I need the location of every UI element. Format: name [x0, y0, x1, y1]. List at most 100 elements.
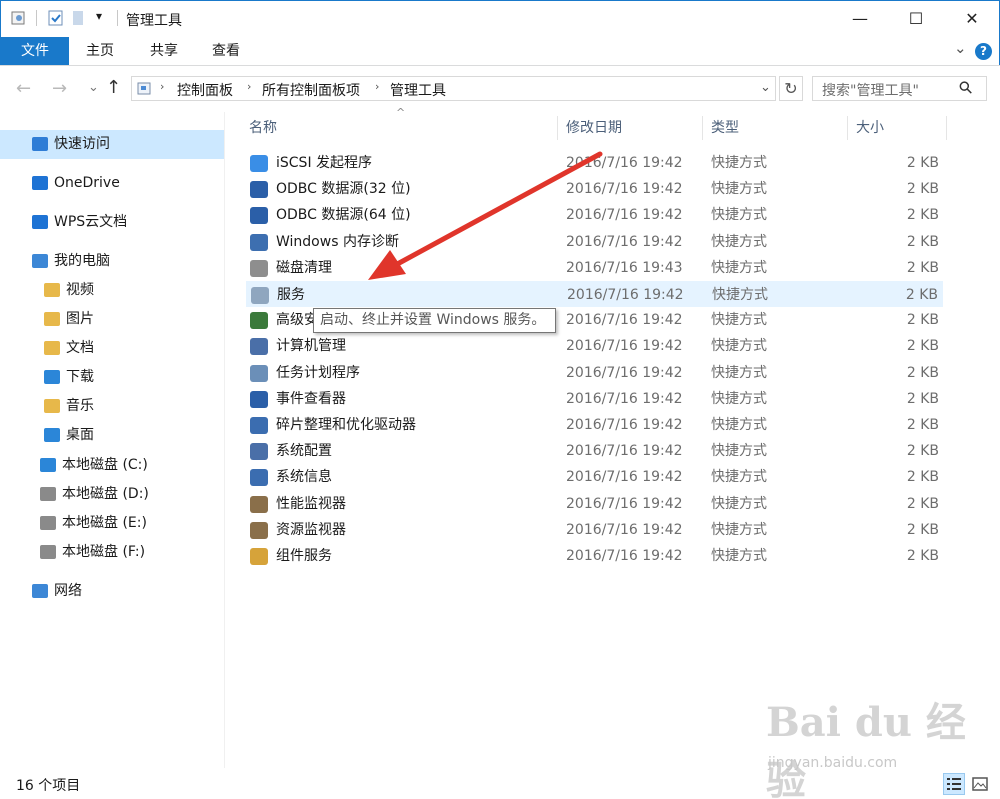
file-type: 快捷方式 [711, 338, 767, 355]
shortcut-icon [250, 312, 268, 330]
sidebar-item[interactable]: OneDrive [32, 170, 120, 196]
music-folder-icon [44, 399, 60, 413]
sidebar-item-label: 桌面 [66, 427, 94, 443]
sidebar-item-label: 图片 [66, 311, 94, 327]
minimize-button[interactable]: — [832, 0, 888, 36]
window-title: 管理工具 [126, 13, 182, 29]
sidebar-item[interactable]: 音乐 [44, 393, 94, 419]
tab-file[interactable]: 文件 [1, 37, 69, 65]
file-type: 快捷方式 [712, 287, 768, 303]
file-date: 2016/7/16 19:42 [566, 443, 683, 460]
tab-view[interactable]: 查看 [198, 37, 254, 65]
file-size: 2 KB [906, 417, 939, 433]
drive-icon [40, 545, 56, 559]
expand-ribbon-icon[interactable]: ⌄ [954, 39, 967, 57]
help-icon[interactable]: ? [975, 43, 992, 60]
forward-button[interactable]: → [52, 78, 67, 99]
file-name: 计算机管理 [276, 338, 346, 355]
column-header-name[interactable]: 名称 [240, 116, 558, 140]
column-header-size[interactable]: 大小 [847, 116, 947, 140]
file-name: 系统信息 [276, 469, 332, 486]
file-type: 快捷方式 [711, 155, 767, 171]
file-size: 2 KB [906, 155, 939, 171]
recent-locations-button[interactable]: ⌄ [88, 80, 99, 95]
cloud-icon [32, 176, 48, 190]
sidebar-item[interactable]: WPS云文档 [32, 209, 127, 235]
network-icon [32, 584, 48, 598]
tooltip: 启动、终止并设置 Windows 服务。 [313, 308, 556, 333]
file-size: 2 KB [906, 469, 939, 486]
item-count: 16 个项目 [16, 778, 81, 794]
refresh-button[interactable]: ↻ [779, 76, 803, 101]
column-header-type[interactable]: 类型 [702, 116, 848, 140]
shortcut-icon [251, 287, 269, 304]
file-date: 2016/7/16 19:42 [566, 548, 683, 564]
toolbar-separator [117, 10, 118, 26]
file-row[interactable]: 组件服务 2016/7/16 19:42 快捷方式 2 KB [246, 543, 943, 569]
breadcrumb-control-panel[interactable]: 控制面板 [177, 80, 233, 100]
shortcut-icon [250, 521, 268, 539]
file-type: 快捷方式 [711, 443, 767, 460]
shortcut-icon [250, 233, 268, 251]
sidebar-item-label: 音乐 [66, 398, 94, 414]
file-name: 系统配置 [276, 443, 332, 460]
file-type: 快捷方式 [711, 233, 767, 250]
windows-drive-icon [40, 458, 56, 472]
computer-icon [32, 254, 48, 268]
file-type: 快捷方式 [711, 417, 767, 433]
sidebar-item[interactable]: 我的电脑 [32, 248, 110, 274]
shortcut-icon [250, 548, 268, 565]
maximize-button[interactable]: ☐ [888, 0, 944, 36]
sidebar-item[interactable]: 桌面 [44, 422, 94, 448]
back-button[interactable]: ← [16, 78, 31, 99]
file-row[interactable]: 计算机管理 2016/7/16 19:42 快捷方式 2 KB [246, 333, 943, 359]
picture-folder-icon [44, 312, 60, 326]
breadcrumb-admin-tools[interactable]: 管理工具 [390, 80, 446, 100]
quick-access-dropdown-icon[interactable]: ▾ [96, 9, 102, 23]
file-type: 快捷方式 [711, 312, 767, 329]
file-size: 2 KB [906, 312, 939, 329]
file-row[interactable]: 任务计划程序 2016/7/16 19:42 快捷方式 2 KB [246, 360, 943, 386]
file-size: 2 KB [906, 207, 939, 224]
sidebar-item-label: 本地磁盘 (F:) [62, 544, 146, 560]
video-folder-icon [44, 283, 60, 297]
breadcrumb-all-items[interactable]: 所有控制面板项 [262, 80, 360, 100]
breadcrumb-separator: › [160, 80, 165, 93]
sidebar-item[interactable]: 本地磁盘 (C:) [40, 452, 148, 478]
tab-share[interactable]: 共享 [136, 37, 192, 65]
file-row[interactable]: 性能监视器 2016/7/16 19:42 快捷方式 2 KB [246, 491, 943, 517]
file-name: 磁盘清理 [276, 259, 332, 276]
sidebar-item[interactable]: 本地磁盘 (E:) [40, 510, 147, 536]
sidebar-item[interactable]: 视频 [44, 277, 94, 303]
sidebar-item[interactable]: 文档 [44, 335, 94, 361]
new-folder-icon[interactable] [70, 9, 88, 27]
shortcut-icon [250, 390, 268, 408]
column-header-date[interactable]: 修改日期 [557, 116, 703, 140]
sidebar-item[interactable]: 图片 [44, 306, 94, 332]
file-name: 资源监视器 [276, 521, 346, 538]
file-row[interactable]: 系统配置 2016/7/16 19:42 快捷方式 2 KB [246, 438, 943, 464]
file-row[interactable]: 资源监视器 2016/7/16 19:42 快捷方式 2 KB [246, 517, 943, 543]
file-row[interactable]: 系统信息 2016/7/16 19:42 快捷方式 2 KB [246, 464, 943, 490]
sidebar-item-label: 本地磁盘 (E:) [62, 515, 147, 531]
checkbox-icon[interactable] [47, 9, 65, 27]
file-row[interactable]: 事件查看器 2016/7/16 19:42 快捷方式 2 KB [246, 386, 943, 412]
sidebar-item[interactable]: 下载 [44, 364, 94, 390]
shortcut-icon [250, 469, 268, 487]
sidebar-item-label: 我的电脑 [54, 253, 110, 269]
cloud-outline-icon [32, 215, 48, 229]
properties-icon[interactable] [10, 9, 28, 27]
address-dropdown-button[interactable]: ⌄ [760, 80, 771, 95]
close-button[interactable]: ✕ [944, 0, 1000, 36]
control-panel-icon [137, 82, 151, 95]
sidebar-item[interactable]: 本地磁盘 (F:) [40, 539, 145, 565]
file-type: 快捷方式 [711, 364, 767, 381]
tab-home[interactable]: 主页 [72, 37, 128, 65]
up-button[interactable]: ↑ [106, 77, 121, 98]
sidebar-item[interactable]: 本地磁盘 (D:) [40, 481, 149, 507]
sidebar-item[interactable]: 快速访问 [32, 131, 110, 157]
file-row[interactable]: 碎片整理和优化驱动器 2016/7/16 19:42 快捷方式 2 KB [246, 412, 943, 438]
file-size: 2 KB [905, 287, 938, 303]
sidebar-item-label: WPS云文档 [54, 214, 128, 230]
sidebar-item[interactable]: 网络 [32, 578, 82, 604]
